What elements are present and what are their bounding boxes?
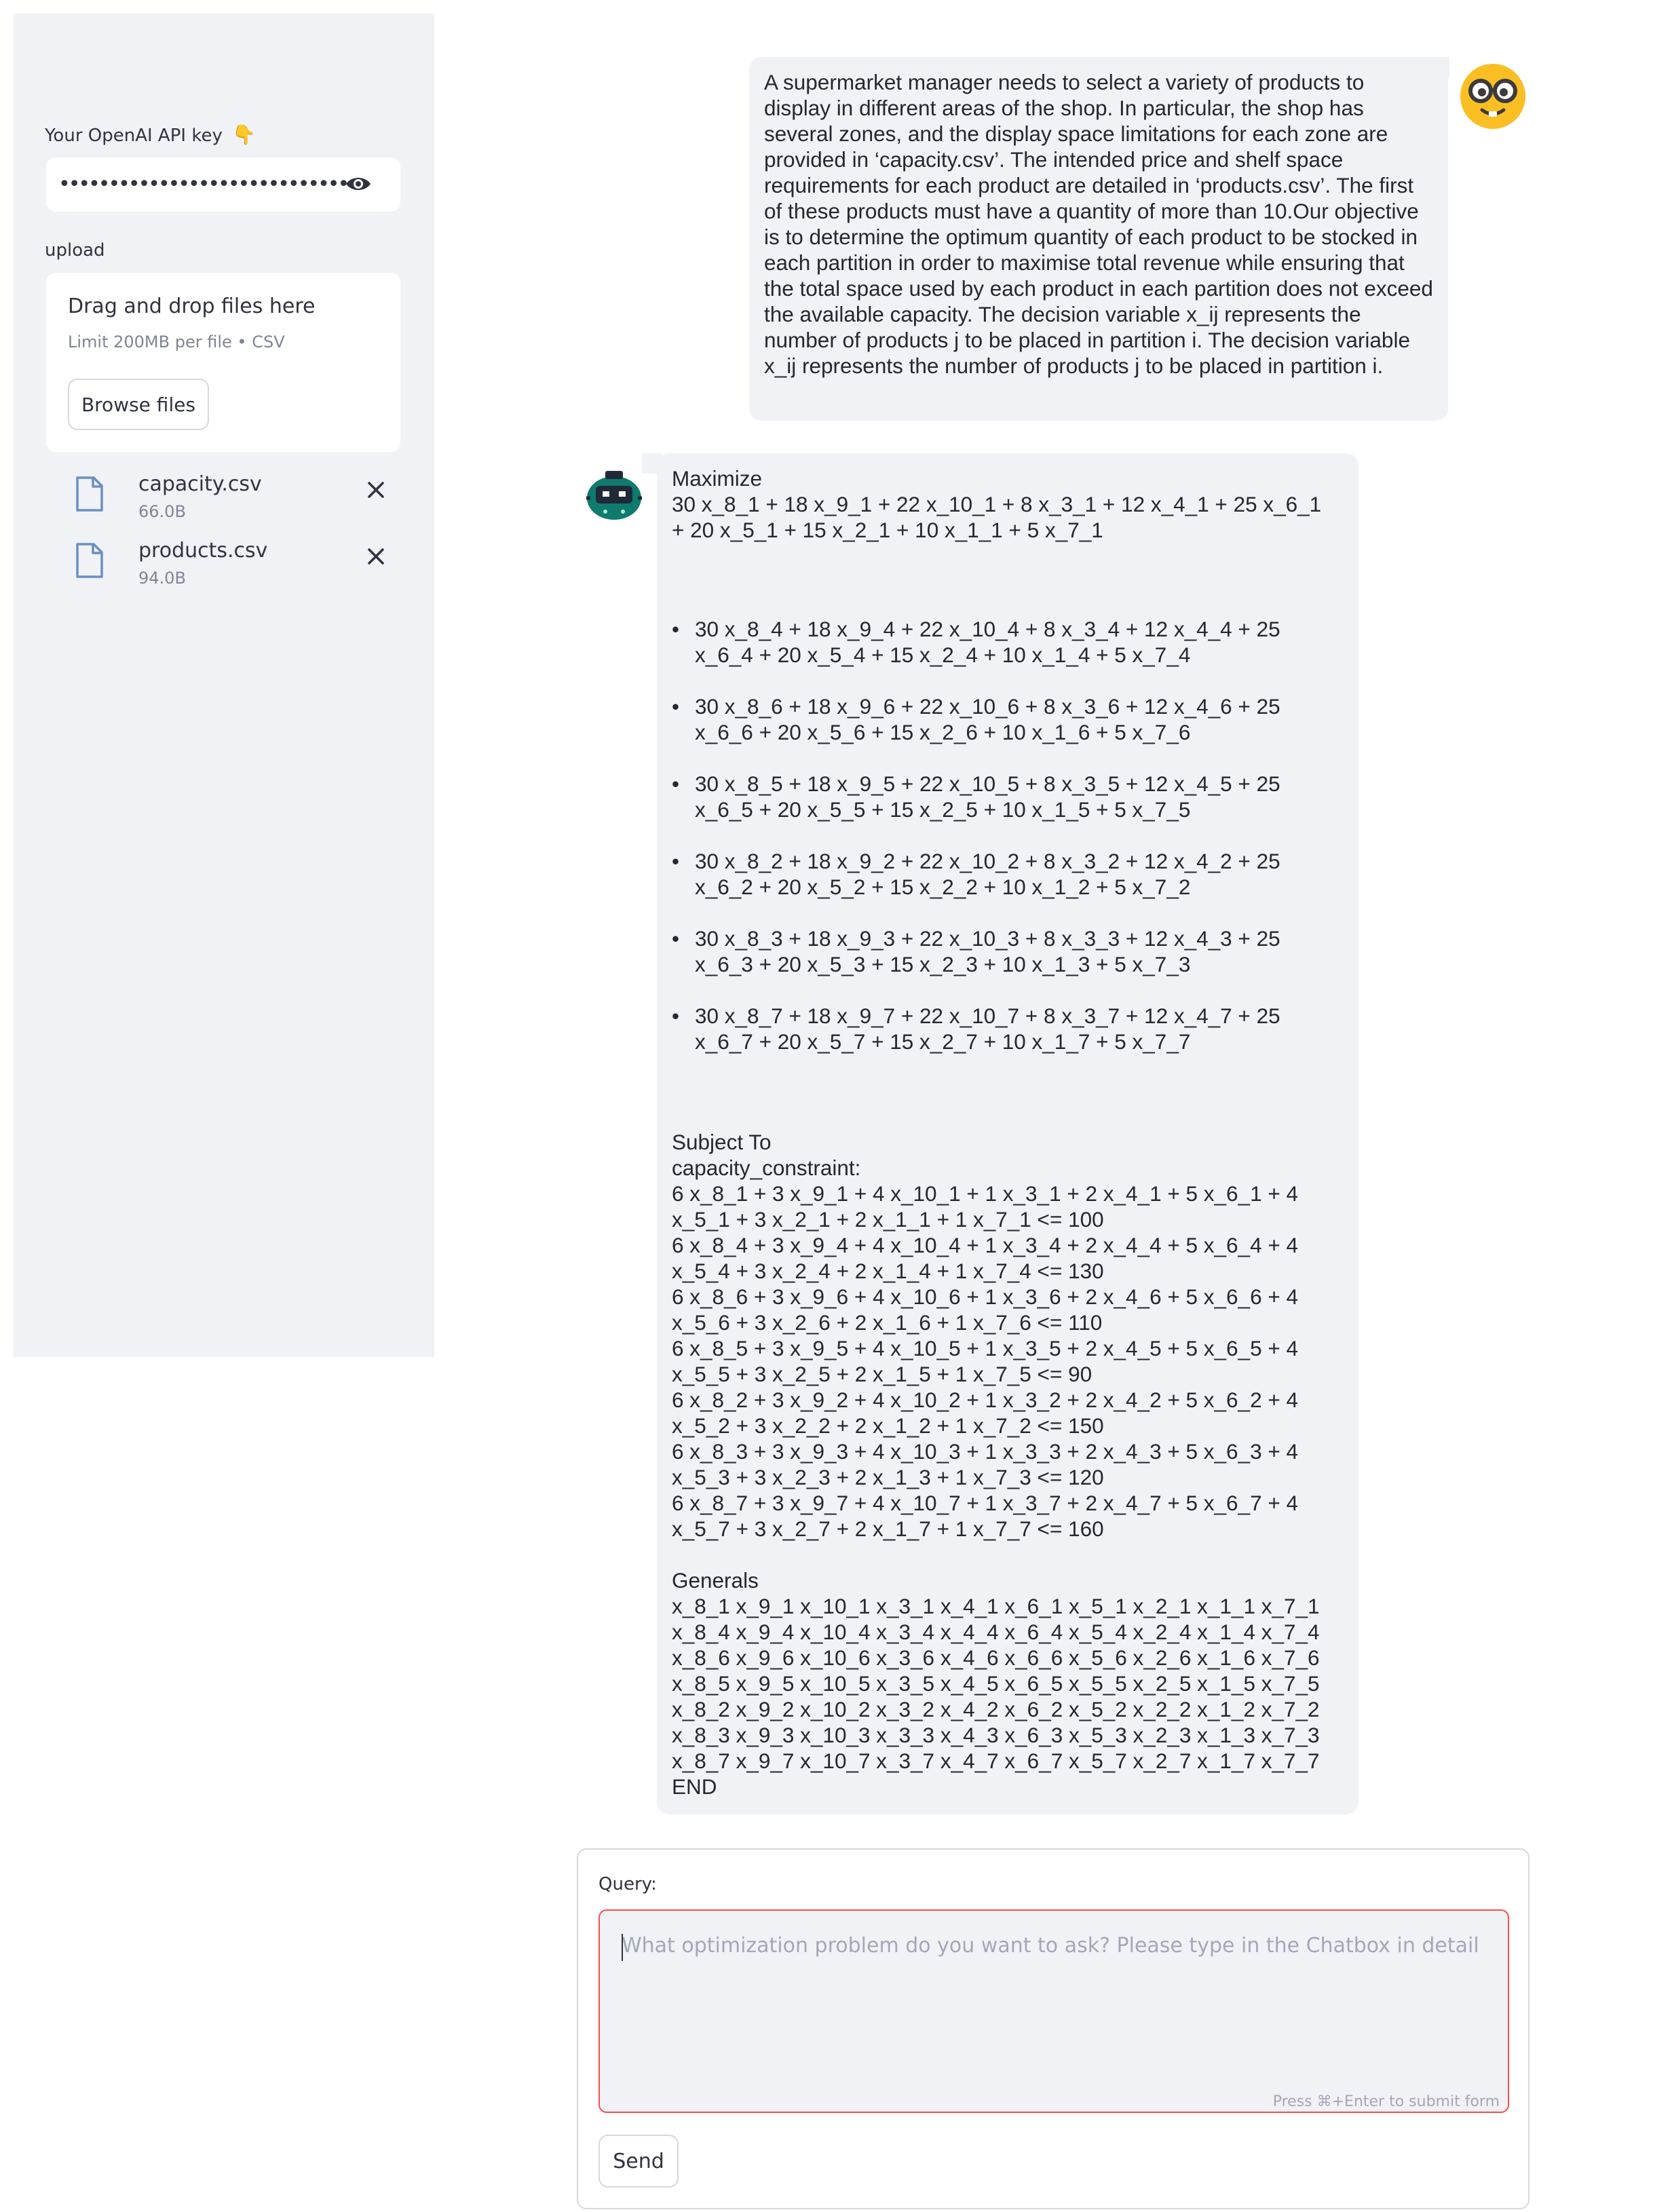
- constraint-line: x_5_6 + 3 x_2_6 + 2 x_1_6 + 1 x_7_6 <= 1…: [672, 1310, 1103, 1335]
- constraint-line: 6 x_8_5 + 3 x_9_5 + 4 x_10_5 + 1 x_3_5 +…: [672, 1336, 1299, 1360]
- sidebar: Your OpenAI API key 👇 ••••••••••••••••••…: [14, 14, 434, 1357]
- objective-bullet-item: 30 x_8_4 + 18 x_9_4 + 22 x_10_4 + 8 x_3_…: [672, 616, 1333, 668]
- browse-files-button[interactable]: Browse files: [68, 379, 209, 430]
- submit-hint: Press ⌘+Enter to submit form: [1272, 2093, 1500, 2110]
- bullet-line: x_6_4 + 20 x_5_4 + 15 x_2_4 + 10 x_1_4 +…: [695, 643, 1191, 667]
- constraint-line: 6 x_8_3 + 3 x_9_3 + 4 x_10_3 + 1 x_3_3 +…: [672, 1439, 1299, 1464]
- dropzone-limit: Limit 200MB per file • CSV: [68, 332, 285, 351]
- assistant-message-bubble: Maximize 30 x_8_1 + 18 x_9_1 + 22 x_10_1…: [657, 453, 1358, 1814]
- dropzone-title: Drag and drop files here: [68, 294, 316, 318]
- query-label: Query:: [598, 1874, 657, 1894]
- constraint-line: x_5_4 + 3 x_2_4 + 2 x_1_4 + 1 x_7_4 <= 1…: [672, 1259, 1104, 1283]
- objective-bullet-list: 30 x_8_4 + 18 x_9_4 + 22 x_10_4 + 8 x_3_…: [672, 616, 1333, 1080]
- file-icon: [76, 476, 103, 512]
- end-label: END: [672, 1774, 717, 1799]
- file-name: products.csv: [138, 539, 268, 562]
- constraint-name: capacity_constraint:: [672, 1156, 861, 1180]
- generals-line: x_8_3 x_9_3 x_10_3 x_3_3 x_4_3 x_6_3 x_5…: [672, 1723, 1320, 1747]
- query-textarea-wrapper: Press ⌘+Enter to submit form: [598, 1909, 1509, 2113]
- constraint-line: x_5_3 + 3 x_2_3 + 2 x_1_3 + 1 x_7_3 <= 1…: [672, 1465, 1104, 1489]
- api-key-label-text: Your OpenAI API key: [45, 126, 223, 146]
- file-name: capacity.csv: [138, 472, 262, 496]
- objective-bullet-item: 30 x_8_5 + 18 x_9_5 + 22 x_10_5 + 8 x_3_…: [672, 771, 1333, 822]
- api-key-masked-value: ••••••••••••••••••••••••••••••••••••••••…: [58, 172, 350, 196]
- file-dropzone[interactable]: Drag and drop files here Limit 200MB per…: [46, 273, 400, 452]
- constraint-line: x_5_1 + 3 x_2_1 + 2 x_1_1 + 1 x_7_1 <= 1…: [672, 1207, 1104, 1232]
- bullet-line: x_6_6 + 20 x_5_6 + 15 x_2_6 + 10 x_1_6 +…: [695, 720, 1191, 744]
- objective-bullet-item: 30 x_8_2 + 18 x_9_2 + 22 x_10_2 + 8 x_3_…: [672, 848, 1333, 900]
- user-message-bubble: A supermarket manager needs to select a …: [749, 57, 1448, 421]
- generals-line: x_8_6 x_9_6 x_10_6 x_3_6 x_4_6 x_6_6 x_5…: [672, 1645, 1320, 1670]
- objective-line: 30 x_8_1 + 18 x_9_1 + 22 x_10_1 + 8 x_3_…: [672, 492, 1322, 516]
- bullet-line: x_6_3 + 20 x_5_3 + 15 x_2_3 + 10 x_1_3 +…: [695, 952, 1191, 976]
- file-size: 66.0B: [138, 502, 186, 521]
- maximize-label: Maximize: [672, 466, 763, 491]
- constraint-line: 6 x_8_2 + 3 x_9_2 + 4 x_10_2 + 1 x_3_2 +…: [672, 1388, 1299, 1412]
- constraint-line: 6 x_8_7 + 3 x_9_7 + 4 x_10_7 + 1 x_3_7 +…: [672, 1491, 1299, 1515]
- generals-line: x_8_2 x_9_2 x_10_2 x_3_2 x_4_2 x_6_2 x_5…: [672, 1697, 1320, 1721]
- objective-bullet-item: 30 x_8_6 + 18 x_9_6 + 22 x_10_6 + 8 x_3_…: [672, 693, 1333, 745]
- pointing-down-hand-icon: 👇: [232, 123, 256, 146]
- generals-line: x_8_1 x_9_1 x_10_1 x_3_1 x_4_1 x_6_1 x_5…: [672, 1594, 1320, 1618]
- user-avatar-nerd-face-icon: [1460, 64, 1525, 129]
- constraint-line: 6 x_8_1 + 3 x_9_1 + 4 x_10_1 + 1 x_3_1 +…: [672, 1181, 1299, 1206]
- api-key-label: Your OpenAI API key 👇: [45, 123, 256, 146]
- bullet-line: 30 x_8_2 + 18 x_9_2 + 22 x_10_2 + 8 x_3_…: [695, 849, 1280, 873]
- objective-line: + 20 x_5_1 + 15 x_2_1 + 10 x_1_1 + 5 x_7…: [672, 518, 1103, 542]
- query-textarea[interactable]: [600, 1911, 1508, 2112]
- generals-line: x_8_4 x_9_4 x_10_4 x_3_4 x_4_4 x_6_4 x_5…: [672, 1620, 1320, 1644]
- text-cursor: [622, 1934, 623, 1961]
- objective-bullet-item: 30 x_8_7 + 18 x_9_7 + 22 x_10_7 + 8 x_3_…: [672, 1003, 1333, 1054]
- bullet-line: 30 x_8_4 + 18 x_9_4 + 22 x_10_4 + 8 x_3_…: [695, 617, 1280, 641]
- generals-line: x_8_7 x_9_7 x_10_7 x_3_7 x_4_7 x_6_7 x_5…: [672, 1749, 1320, 1773]
- bullet-line: 30 x_8_6 + 18 x_9_6 + 22 x_10_6 + 8 x_3_…: [695, 694, 1280, 719]
- bullet-line: x_6_2 + 20 x_5_2 + 15 x_2_2 + 10 x_1_2 +…: [695, 875, 1191, 899]
- constraint-line: x_5_2 + 3 x_2_2 + 2 x_1_2 + 1 x_7_2 <= 1…: [672, 1413, 1104, 1438]
- bullet-line: x_6_5 + 20 x_5_5 + 15 x_2_5 + 10 x_1_5 +…: [695, 797, 1191, 822]
- remove-file-close-icon[interactable]: [364, 544, 388, 569]
- query-form: Query: Press ⌘+Enter to submit form Send: [577, 1848, 1530, 2209]
- bullet-line: x_6_7 + 20 x_5_7 + 15 x_2_7 + 10 x_1_7 +…: [695, 1029, 1191, 1054]
- generals-line: x_8_5 x_9_5 x_10_5 x_3_5 x_4_5 x_6_5 x_5…: [672, 1671, 1320, 1696]
- file-icon: [76, 543, 103, 578]
- bot-avatar-robot-icon: [586, 471, 642, 520]
- send-button[interactable]: Send: [598, 2135, 679, 2188]
- constraint-line: x_5_5 + 3 x_2_5 + 2 x_1_5 + 1 x_7_5 <= 9…: [672, 1362, 1092, 1386]
- bullet-line: 30 x_8_5 + 18 x_9_5 + 22 x_10_5 + 8 x_3_…: [695, 771, 1280, 796]
- constraint-line: 6 x_8_4 + 3 x_9_4 + 4 x_10_4 + 1 x_3_4 +…: [672, 1233, 1299, 1257]
- remove-file-close-icon[interactable]: [364, 478, 388, 502]
- uploaded-file-item: products.csv 94.0B: [75, 539, 414, 593]
- show-password-eye-icon[interactable]: [345, 174, 372, 194]
- constraint-line: x_5_7 + 3 x_2_7 + 2 x_1_7 + 1 x_7_7 <= 1…: [672, 1517, 1104, 1541]
- file-size: 94.0B: [138, 569, 186, 588]
- api-key-input[interactable]: ••••••••••••••••••••••••••••••••••••••••…: [46, 157, 400, 212]
- constraint-line: 6 x_8_6 + 3 x_9_6 + 4 x_10_6 + 1 x_3_6 +…: [672, 1284, 1299, 1309]
- constraints-section: Subject To capacity_constraint: 6 x_8_1 …: [672, 1129, 1298, 1542]
- generals-section: Generals x_8_1 x_9_1 x_10_1 x_3_1 x_4_1 …: [672, 1567, 1320, 1799]
- bullet-line: 30 x_8_3 + 18 x_9_3 + 22 x_10_3 + 8 x_3_…: [695, 926, 1280, 951]
- bullet-line: 30 x_8_7 + 18 x_9_7 + 22 x_10_7 + 8 x_3_…: [695, 1004, 1280, 1028]
- generals-label: Generals: [672, 1568, 759, 1593]
- subject-to-label: Subject To: [672, 1130, 772, 1154]
- user-message-text: A supermarket manager needs to select a …: [764, 70, 1433, 378]
- upload-label: upload: [45, 240, 105, 261]
- uploaded-file-item: capacity.csv 66.0B: [75, 472, 414, 527]
- assistant-message-content: Maximize 30 x_8_1 + 18 x_9_1 + 22 x_10_1…: [672, 465, 1350, 543]
- objective-bullet-item: 30 x_8_3 + 18 x_9_3 + 22 x_10_3 + 8 x_3_…: [672, 926, 1333, 977]
